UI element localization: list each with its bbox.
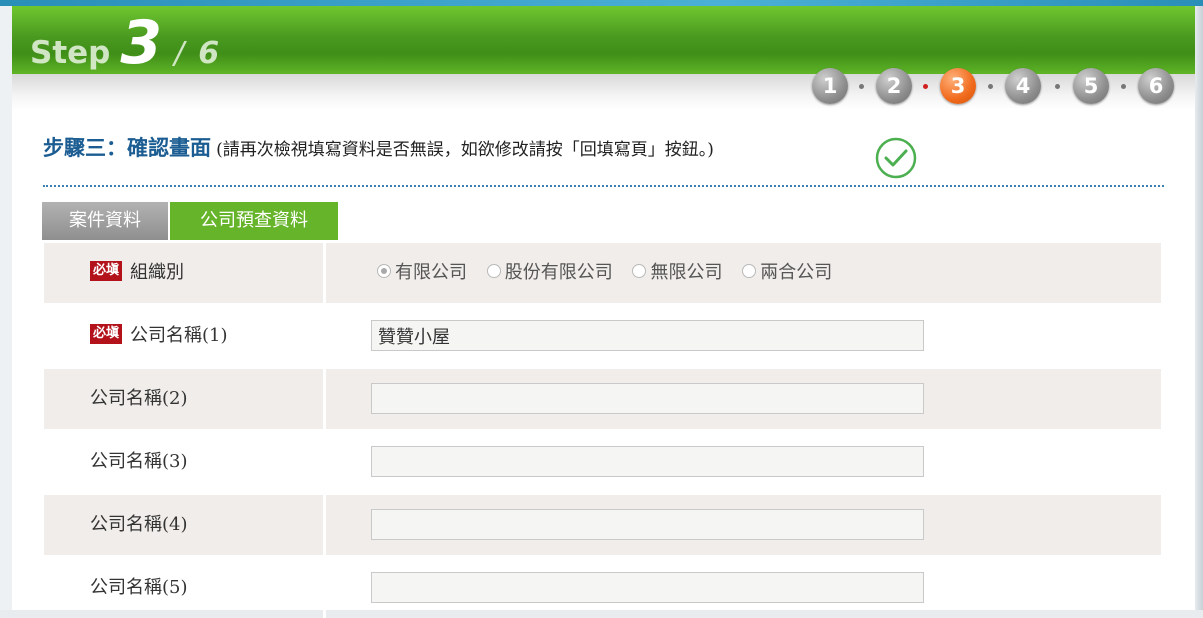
step-current: 3 [120,8,163,78]
column-divider [323,369,326,429]
company-name-2-input[interactable] [371,383,924,414]
radio-label: 有限公司 [395,262,467,283]
page-title: 步驟三：確認畫面 [43,136,211,160]
radio-unlimited-company[interactable]: 無限公司 [632,243,722,303]
radio-circle-icon[interactable] [742,264,757,278]
step-title: Step 3 / 6 [30,8,219,78]
tab-case-data[interactable]: 案件資料 [42,202,168,240]
column-divider [323,306,326,366]
column-divider [323,558,326,618]
step-4-indicator: 4 [1005,68,1041,104]
company-name-2-label: 公司名稱(2) [90,388,188,409]
company-name-4-input[interactable] [371,509,924,540]
page-heading: 步驟三：確認畫面 (請再次檢視填寫資料是否無誤，如欲修改請按「回填寫頁」按鈕。) [43,132,1173,162]
column-divider [323,432,326,492]
check-circle-icon [875,137,917,179]
step-5-indicator: 5 [1073,68,1109,104]
column-divider [323,243,326,303]
step-3-indicator-active: 3 [940,68,976,104]
company-name-5-label: 公司名稱(5) [90,577,188,598]
column-divider [323,495,326,555]
form-row-company-name-5: 公司名稱(5) [44,558,1161,618]
required-badge: 必塡 [90,261,123,281]
radio-selected-icon[interactable] [377,264,391,278]
org-type-radio-group: 有限公司 股份有限公司 無限公司 兩合公司 [377,243,846,303]
page-instruction: (請再次檢視填寫資料是否無誤，如欲修改請按「回填寫頁」按鈕。) [216,140,714,160]
company-name-3-label: 公司名稱(3) [90,451,188,472]
left-margin [0,6,12,610]
company-name-3-input[interactable] [371,446,924,477]
heading-divider [43,185,1164,187]
step-separator-dot [923,84,928,89]
required-badge: 必塡 [90,324,123,344]
radio-label: 無限公司 [650,262,723,283]
step-separator-dot [859,84,864,89]
step-2-indicator: 2 [876,68,912,104]
form-row-company-name-2: 公司名稱(2) [44,369,1161,429]
field-label: 必塡 組織別 [90,243,184,303]
form-row-company-name-3: 公司名稱(3) [44,432,1161,492]
company-name-1-input[interactable] [371,320,924,351]
company-name-4-label: 公司名稱(4) [90,514,188,535]
radio-stock-company[interactable]: 股份有限公司 [486,243,613,303]
step-separator-dot [1055,84,1060,89]
company-name-5-input[interactable] [371,572,924,603]
form-row-org-type: 必塡 組織別 有限公司 股份有限公司 無限公司 兩合公司 [44,243,1161,303]
form-row-company-name-1: 必塡 公司名稱(1) [44,306,1161,366]
form-row-company-name-4: 公司名稱(4) [44,495,1161,555]
company-name-1-label: 公司名稱(1) [130,325,228,346]
step-total: 6 [198,36,220,71]
right-margin [1195,6,1203,610]
radio-circle-icon[interactable] [632,264,647,278]
radio-limited-company[interactable]: 有限公司 [377,243,467,303]
radio-circle-icon[interactable] [486,264,501,278]
step-separator: / [174,36,185,71]
field-label: 必塡 公司名稱(1) [90,306,228,366]
radio-label: 兩合公司 [760,262,833,283]
org-type-label: 組織別 [130,262,185,283]
radio-partnership-company[interactable]: 兩合公司 [742,243,832,303]
step-header: Step 3 / 6 [12,6,1195,78]
radio-label: 股份有限公司 [504,262,613,283]
step-1-indicator: 1 [812,68,848,104]
step-6-indicator: 6 [1138,68,1174,104]
main-panel: Step 3/6 1 2 3 4 5 6 步驟三：確認畫面 (請再次檢視填寫資料是… [12,6,1195,618]
step-word: Step [30,35,111,71]
step-separator-dot [1121,84,1126,89]
tab-company-prelookup[interactable]: 公司預查資料 [170,202,338,240]
step-separator-dot [988,84,993,89]
